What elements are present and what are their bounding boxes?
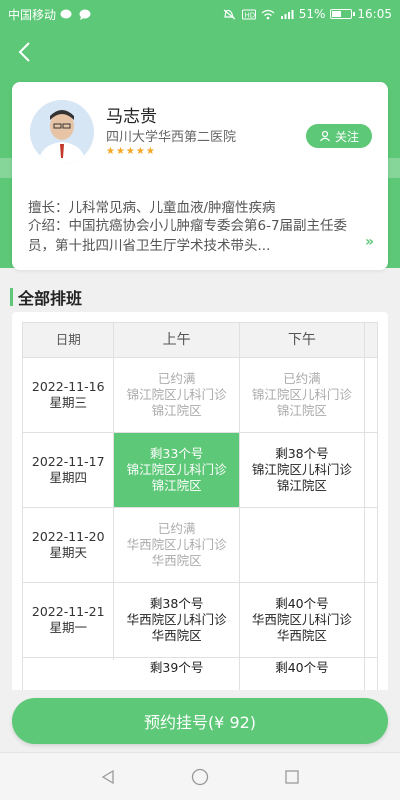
slot-status: 剩38个号 [275,446,329,461]
table-row: 2022-11-20 星期天 已约满 华西院区儿科门诊 华西院区 [22,508,378,583]
slot-campus: 锦江院区 [151,478,202,493]
doctor-hospital: 四川大学华西第二医院 [106,130,237,145]
table-row: 2022-11-17 星期四 剩33个号 锦江院区儿科门诊 锦江院区 剩38个号… [22,433,378,508]
square-recents-icon [285,769,299,784]
header-date: 日期 [23,323,115,357]
weekday: 星期一 [49,620,87,635]
slot-status: 剩38个号 [149,596,204,611]
weekday: 星期三 [49,395,87,410]
svg-text:HD: HD [244,11,255,19]
doctor-intro: 介绍：中国抗癌协会小儿肿瘤专委会第6-7届副主任委员，第十批四川省卫生厅学术技术… [28,218,348,254]
schedule-table: 日期 上午 下午 2022-11-16 星期三 已约满 锦江院区儿科门诊 锦江院… [12,312,388,692]
nav-back-button[interactable] [97,766,119,788]
date-cell: 2022-11-17 星期四 [23,433,115,507]
follow-label: 关注 [334,129,359,144]
back-button[interactable] [10,38,38,66]
table-row: 2022-11-16 星期三 已约满 锦江院区儿科门诊 锦江院区 已约满 锦江院… [22,358,378,433]
extra-cell [365,358,377,432]
slot-status: 已约满 [157,521,196,536]
wifi-icon [261,9,275,19]
am-slot: 已约满 锦江院区儿科门诊 锦江院区 [114,358,240,432]
status-bar: 中国移动 HD 51% 16:05 [0,0,400,28]
pm-slot: 已约满 锦江院区儿科门诊 锦江院区 [240,358,366,432]
circle-home-icon [191,768,209,785]
extra-cell [365,508,377,582]
slot-status: 剩40个号 [275,596,329,611]
header-extra [365,323,377,357]
am-slot[interactable]: 剩39个号 [114,658,240,692]
pm-slot[interactable]: 剩38个号 锦江院区儿科门诊 锦江院区 [240,433,366,507]
date-cell: 2022-11-20 星期天 [23,508,115,582]
am-slot[interactable]: 剩38个号 华西院区儿科门诊 华西院区 [114,583,240,657]
expand-more-icon[interactable]: » [365,234,374,250]
header-am: 上午 [114,323,240,357]
slot-campus: 华西院区 [151,628,202,643]
doctor-photo-icon [30,100,94,164]
user-icon [320,130,330,142]
slot-campus: 锦江院区 [151,403,202,418]
schedule-section-title: 全部排班 [0,282,400,312]
slot-status: 已约满 [283,371,321,386]
date: 2022-11-16 [31,379,105,394]
header-pm: 下午 [240,323,366,357]
slot-campus: 华西院区 [276,628,327,643]
pm-slot[interactable]: 剩40个号 华西院区儿科门诊 华西院区 [240,583,366,657]
date-cell [23,658,115,660]
triangle-back-icon [101,769,114,784]
extra-cell [365,433,377,507]
book-appointment-button[interactable]: 预约挂号(¥ 92) [12,698,388,744]
battery-fill [332,11,342,17]
doctor-name: 马志贵 [106,107,157,127]
rating-stars: ★★★★★ [106,146,156,157]
chevron-left-icon [18,42,30,62]
date-cell: 2022-11-16 星期三 [23,358,115,432]
clock: 16:05 [357,7,392,21]
slot-clinic: 锦江院区儿科门诊 [251,387,352,402]
slot-status: 剩39个号 [149,660,204,675]
date: 2022-11-21 [31,604,105,619]
message-icon [79,9,91,20]
slot-clinic: 华西院区儿科门诊 [251,612,352,627]
pm-slot-empty [240,508,366,582]
doctor-avatar [30,100,94,164]
slot-campus: 锦江院区 [276,478,327,493]
slot-status: 剩40个号 [275,660,329,675]
hd-icon: HD [241,9,256,19]
follow-button[interactable]: 关注 [306,124,372,148]
slot-clinic: 锦江院区儿科门诊 [126,387,227,402]
table-row: 2022-11-21 星期一 剩38个号 华西院区儿科门诊 华西院区 剩40个号… [22,583,378,658]
slot-clinic: 华西院区儿科门诊 [126,612,227,627]
am-slot: 已约满 华西院区儿科门诊 华西院区 [114,508,240,582]
slot-status: 已约满 [157,371,196,386]
pm-slot[interactable]: 剩40个号 [240,658,366,692]
battery-icon [330,9,356,19]
slot-status: 剩33个号 [149,446,204,461]
battery-percent: 51% [298,7,326,21]
slot-clinic: 锦江院区儿科门诊 [251,462,352,477]
slot-clinic: 锦江院区儿科门诊 [126,462,227,477]
chat-bubble-icon [60,9,72,18]
system-nav-bar [0,752,400,800]
doctor-specialty: 擅长：儿科常见病、儿童血液/肿瘤性疾病 [28,200,276,216]
nav-recents-button[interactable] [281,766,303,788]
nav-home-button[interactable] [189,766,211,788]
table-row: 剩39个号 剩40个号 [22,658,378,692]
extra-cell [365,583,377,657]
weekday: 星期天 [49,545,87,560]
am-slot-selected[interactable]: 剩33个号 锦江院区儿科门诊 锦江院区 [114,433,240,507]
slot-campus: 华西院区 [151,553,202,568]
doctor-card: 马志贵 四川大学华西第二医院 ★★★★★ 关注 擅长：儿科常见病、儿童血液/肿瘤… [12,82,388,270]
schedule-header-row: 日期 上午 下午 [22,322,378,358]
weekday: 星期四 [49,470,87,485]
mute-icon [223,9,236,19]
slot-campus: 锦江院区 [276,403,327,418]
signal-icon [280,9,294,19]
date: 2022-11-20 [31,529,105,544]
carrier-label: 中国移动 [8,7,57,22]
slot-clinic: 华西院区儿科门诊 [126,537,227,552]
date: 2022-11-17 [31,454,105,469]
date-cell: 2022-11-21 星期一 [23,583,115,657]
